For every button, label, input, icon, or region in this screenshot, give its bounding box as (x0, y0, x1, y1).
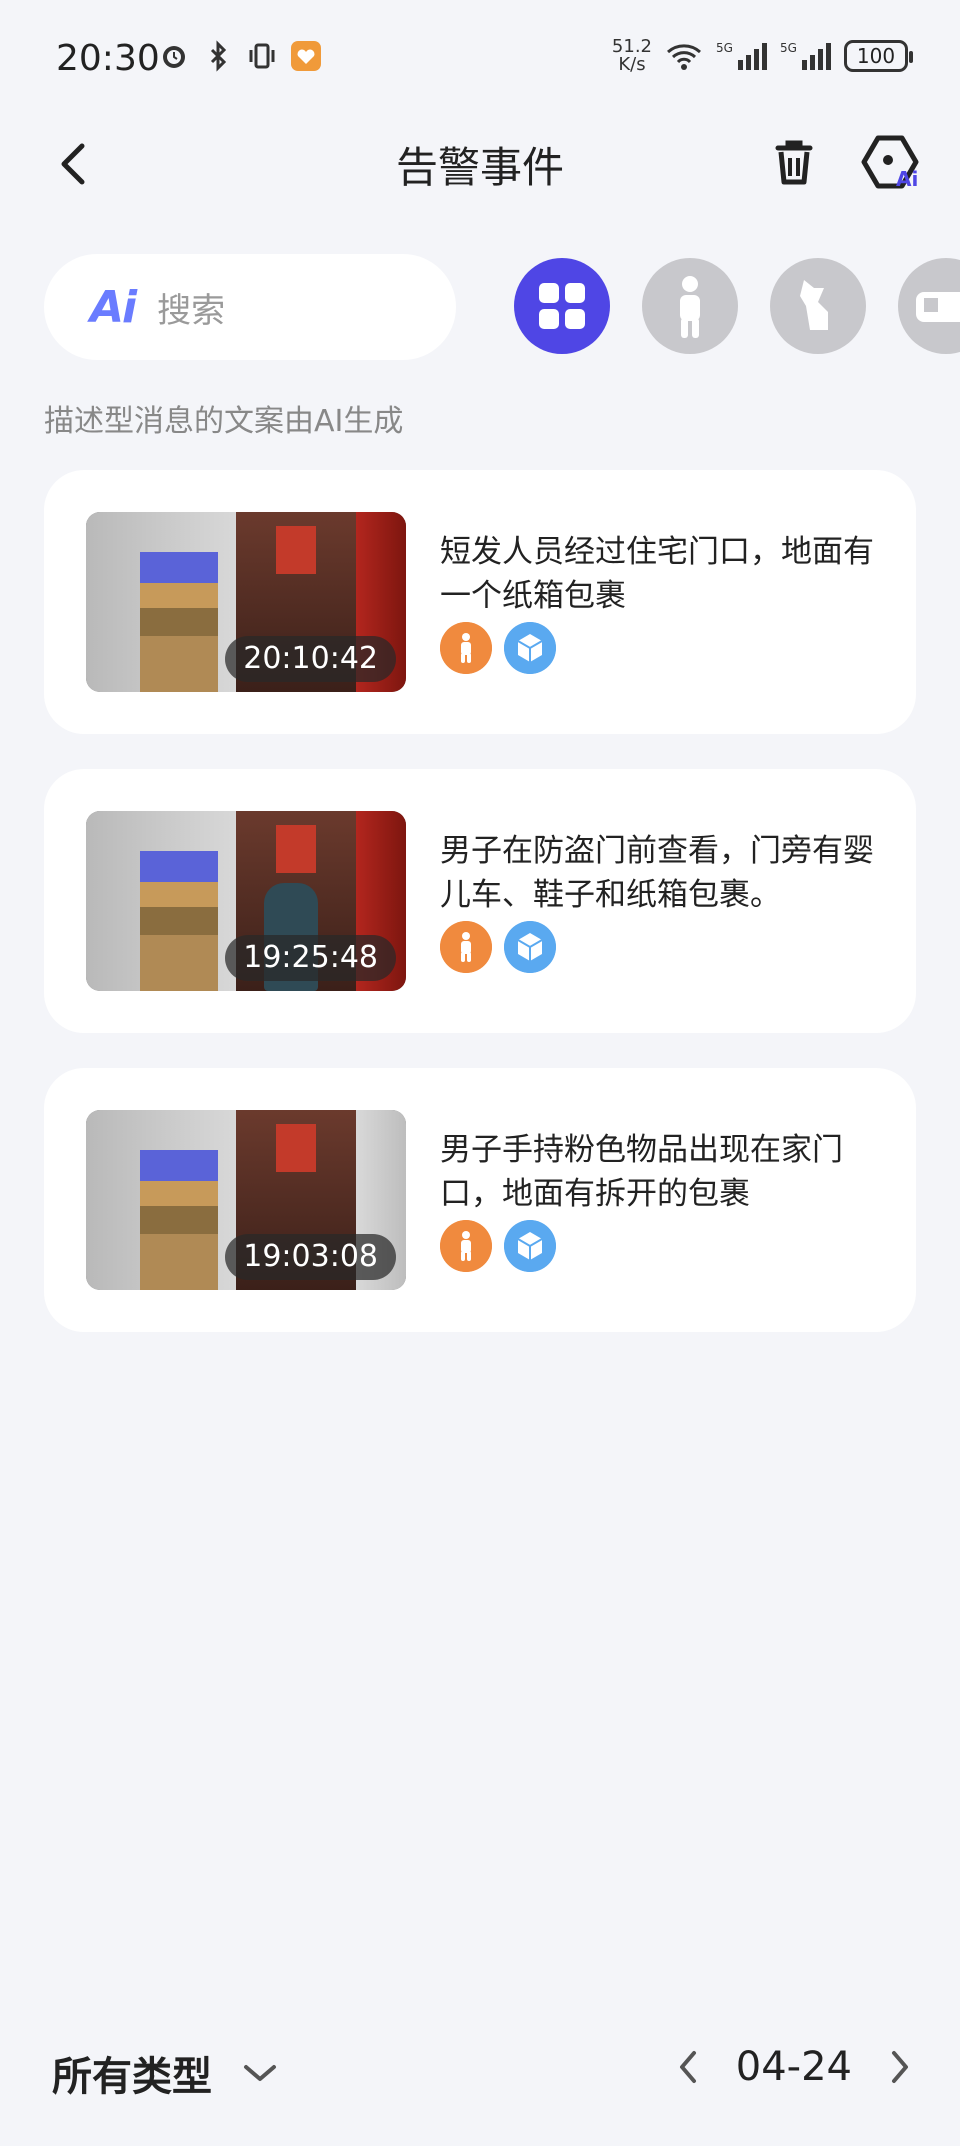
event-time: 19:03:08 (225, 1234, 396, 1280)
event-card[interactable]: 19:25:48 男子在防盗门前查看，门旁有婴儿车、鞋子和纸箱包裹。 (44, 769, 916, 1033)
next-date-button[interactable] (888, 2047, 912, 2087)
person-icon (440, 1220, 492, 1272)
event-time: 19:25:48 (225, 935, 396, 981)
ai-generated-note: 描述型消息的文案由AI生成 (44, 404, 404, 439)
event-thumbnail[interactable]: 20:10:42 (86, 512, 406, 692)
event-card[interactable]: 19:03:08 男子手持粉色物品出现在家门口，地面有拆开的包裹 (44, 1068, 916, 1332)
vehicle-icon (916, 292, 960, 322)
event-description: 男子手持粉色物品出现在家门口，地面有拆开的包裹 (440, 1132, 843, 1212)
health-app-icon (291, 41, 321, 71)
svg-text:5G: 5G (780, 41, 797, 55)
signal-5g-icon-2: 5G (780, 41, 831, 70)
status-icons-left (158, 40, 322, 72)
event-tags (440, 921, 556, 973)
bluetooth-icon (210, 40, 227, 72)
pet-icon (800, 280, 828, 330)
ai-tag-settings-icon[interactable]: Ai (858, 130, 922, 194)
package-icon (504, 921, 556, 973)
event-tags (440, 1220, 556, 1272)
bottom-bar: 所有类型 04-24 (0, 2030, 960, 2110)
event-time: 20:10:42 (225, 636, 396, 682)
network-speed-unit: K/s (618, 54, 646, 75)
filter-vehicle-button[interactable] (898, 258, 960, 354)
vibrate-icon (249, 43, 275, 69)
status-bar: 20:30 51.2 K/s 5G 5G 100 (0, 0, 960, 120)
chevron-down-icon (244, 2065, 276, 2081)
thumb-door-decoration (276, 825, 316, 873)
search-placeholder: 搜索 (157, 290, 226, 331)
package-icon (504, 622, 556, 674)
type-filter-dropdown[interactable]: 所有类型 (52, 2044, 278, 2102)
app-header: 告警事件 Ai (0, 120, 960, 206)
ai-search-badge: Ai (90, 281, 137, 333)
status-icons-right: 51.2 K/s 5G 5G 100 (612, 38, 913, 74)
status-time: 20:30 (56, 38, 160, 79)
prev-date-button[interactable] (676, 2047, 700, 2087)
alarm-clock-icon (163, 46, 185, 68)
filter-all-button[interactable] (514, 258, 610, 354)
event-description: 短发人员经过住宅门口，地面有一个纸箱包裹 (440, 534, 874, 614)
person-icon (440, 921, 492, 973)
current-date: 04-24 (735, 2044, 852, 2090)
thumb-shoe-rack (140, 851, 218, 991)
type-filter-label: 所有类型 (52, 2054, 212, 2100)
person-icon (680, 276, 700, 338)
svg-text:5G: 5G (716, 41, 733, 55)
event-card[interactable]: 20:10:42 短发人员经过住宅门口，地面有一个纸箱包裹 (44, 470, 916, 734)
thumb-door-decoration (276, 526, 316, 574)
person-icon (440, 622, 492, 674)
filter-pet-button[interactable] (770, 258, 866, 354)
package-icon (504, 1220, 556, 1272)
thumb-shoe-rack (140, 1150, 218, 1290)
svg-text:Ai: Ai (896, 167, 918, 191)
network-speed: 51.2 K/s (612, 38, 652, 74)
battery-indicator: 100 (844, 40, 913, 72)
event-description: 男子在防盗门前查看，门旁有婴儿车、鞋子和纸箱包裹。 (440, 833, 874, 913)
thumb-shoe-rack (140, 552, 218, 692)
event-thumbnail[interactable]: 19:03:08 (86, 1110, 406, 1290)
date-navigator: 04-24 (676, 2044, 912, 2090)
search-input[interactable]: Ai 搜索 (44, 254, 456, 360)
wifi-icon (667, 44, 701, 70)
event-thumbnail[interactable]: 19:25:48 (86, 811, 406, 991)
event-tags (440, 622, 556, 674)
delete-icon[interactable] (762, 130, 826, 194)
grid-icon (539, 283, 585, 329)
thumb-door-decoration (276, 1124, 316, 1172)
filter-person-button[interactable] (642, 258, 738, 354)
signal-5g-icon: 5G (716, 41, 767, 70)
